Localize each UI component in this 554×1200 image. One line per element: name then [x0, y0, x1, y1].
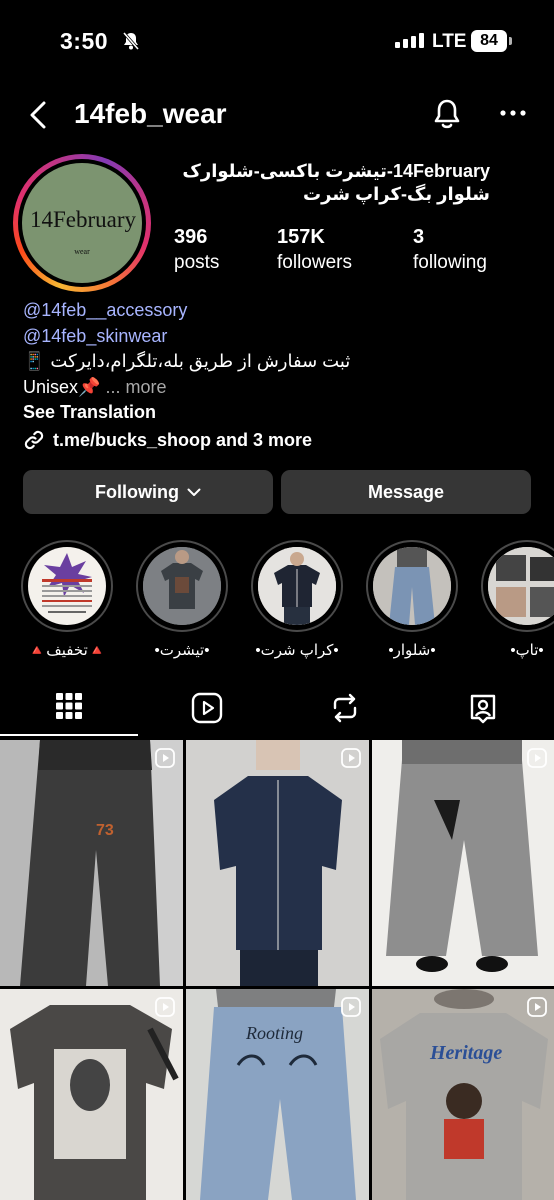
bell-icon [434, 99, 460, 129]
post-print-text: Heritage [429, 1042, 502, 1064]
post-image: 73 [0, 740, 183, 986]
back-button[interactable] [28, 100, 48, 135]
active-tab-indicator [0, 734, 138, 736]
chevron-left-icon [30, 101, 46, 129]
post-image: Rooting [186, 989, 369, 1200]
more-horizontal-icon [500, 110, 526, 116]
highlight-label: •تاپ• [510, 642, 544, 659]
highlight-top[interactable]: •تاپ• [481, 540, 554, 659]
bio-external-link[interactable]: t.me/bucks_shoop and 3 more [23, 428, 543, 454]
profile-header: 14feb_wear [0, 90, 554, 140]
highlight-thumbnail [258, 547, 336, 625]
profile-tabs [0, 686, 554, 738]
more-options-button[interactable] [500, 104, 526, 122]
avatar-logo-text: 14February [30, 207, 137, 232]
silent-mode-icon [121, 31, 141, 56]
bio-unisex-text: Unisex📌 [23, 376, 101, 397]
highlight-label: •کراپ شرت• [255, 642, 339, 659]
post-thumbnail[interactable]: Heritage [372, 989, 554, 1200]
post-image [372, 740, 554, 986]
stat-value: 157K [277, 226, 325, 248]
profile-bio: @14feb__accessory @14feb_skinwear ثبت سف… [23, 298, 543, 453]
post-print-text: 73 [96, 822, 114, 839]
reel-indicator-icon [155, 997, 175, 1017]
bio-line-unisex: Unisex📌 ... more [23, 375, 543, 401]
profile-username: 14feb_wear [74, 98, 227, 129]
post-thumbnail[interactable] [0, 989, 183, 1200]
bio-order-info: ثبت سفارش از طریق بله،تلگرام،دایرکت 📱 [23, 351, 351, 371]
stat-posts[interactable]: 396 posts [174, 226, 219, 274]
link-icon [24, 431, 44, 450]
reel-indicator-icon [527, 997, 547, 1017]
tab-reels[interactable] [138, 686, 276, 738]
bio-mention-skinwear[interactable]: @14feb_skinwear [23, 324, 543, 350]
stat-label: followers [277, 252, 352, 273]
network-type: LTE [432, 31, 467, 52]
highlight-label: 🔺تخفیف🔺 [27, 642, 107, 659]
highlight-crop-shirt[interactable]: •کراپ شرت• [251, 540, 343, 659]
status-time: 3:50 [60, 28, 109, 54]
battery-tip [509, 37, 512, 45]
avatar-logo-subtext: wear [74, 247, 90, 256]
avatar: 14February wear [22, 163, 142, 283]
message-button-label: Message [367, 481, 445, 502]
story-highlights: 🔺تخفیف🔺 •تیشرت• •کراپ شرت• •شلوار• •تاپ• [0, 540, 554, 660]
repost-icon [333, 693, 357, 723]
highlight-ring [481, 540, 554, 632]
message-button[interactable]: Message [281, 470, 531, 514]
stat-label: following [413, 252, 487, 273]
stat-followers[interactable]: 157K followers [277, 226, 352, 274]
post-thumbnail[interactable] [372, 740, 554, 986]
following-button-label: Following [95, 481, 179, 502]
reel-indicator-icon [341, 748, 361, 768]
notifications-button[interactable] [432, 98, 462, 135]
full-name-line-2: شلوار بگ-کراپ شرت [303, 184, 490, 204]
post-thumbnail[interactable] [186, 740, 369, 986]
reel-indicator-icon [155, 748, 175, 768]
highlight-label: •تیشرت• [154, 642, 210, 659]
tagged-person-icon [470, 694, 496, 724]
post-image [186, 740, 369, 986]
following-button[interactable]: Following [23, 470, 273, 514]
stat-following[interactable]: 3 following [413, 226, 487, 274]
highlight-tshirt[interactable]: •تیشرت• [136, 540, 228, 659]
post-thumbnail[interactable]: 73 [0, 740, 183, 986]
highlight-ring [21, 540, 113, 632]
highlight-ring [251, 540, 343, 632]
post-image: Heritage [372, 989, 554, 1200]
profile-full-name: 14February-تیشرت باکسی-شلوارک شلوار بگ-ک… [130, 160, 490, 206]
highlight-thumbnail [373, 547, 451, 625]
tab-posts-grid[interactable] [0, 686, 138, 738]
bio-mention-accessory[interactable]: @14feb__accessory [23, 298, 543, 324]
post-image [0, 989, 183, 1200]
highlight-ring [366, 540, 458, 632]
cellular-signal-icon [395, 33, 424, 48]
stat-value: 396 [174, 226, 208, 248]
highlight-thumbnail [143, 547, 221, 625]
stat-label: posts [174, 252, 220, 273]
reel-indicator-icon [341, 997, 361, 1017]
highlight-thumbnail [28, 547, 106, 625]
post-thumbnail[interactable]: Rooting [186, 989, 369, 1200]
chevron-down-icon [187, 488, 201, 496]
highlight-thumbnail [488, 547, 554, 625]
highlight-discount[interactable]: 🔺تخفیف🔺 [21, 540, 113, 659]
stat-value: 3 [413, 226, 425, 248]
status-bar: 3:50 LTE 84 [0, 0, 554, 84]
highlight-ring [136, 540, 228, 632]
tab-reposts[interactable] [276, 686, 414, 738]
highlight-label: •شلوار• [388, 642, 436, 659]
see-translation-link[interactable]: See Translation [23, 400, 543, 426]
posts-grid: 73 Rooting Heritage [0, 740, 554, 1200]
reels-icon [191, 692, 223, 724]
full-name-line-1: 14February-تیشرت باکسی-شلوارک [182, 161, 490, 181]
reel-indicator-icon [527, 748, 547, 768]
highlight-pants[interactable]: •شلوار• [366, 540, 458, 659]
battery-icon: 84 [471, 30, 507, 52]
post-print-text: Rooting [245, 1023, 303, 1043]
grid-icon [56, 693, 82, 719]
tab-tagged[interactable] [414, 686, 552, 738]
bio-more-link[interactable]: ... more [105, 377, 166, 397]
bio-link-text: t.me/bucks_shoop and 3 more [53, 429, 313, 450]
